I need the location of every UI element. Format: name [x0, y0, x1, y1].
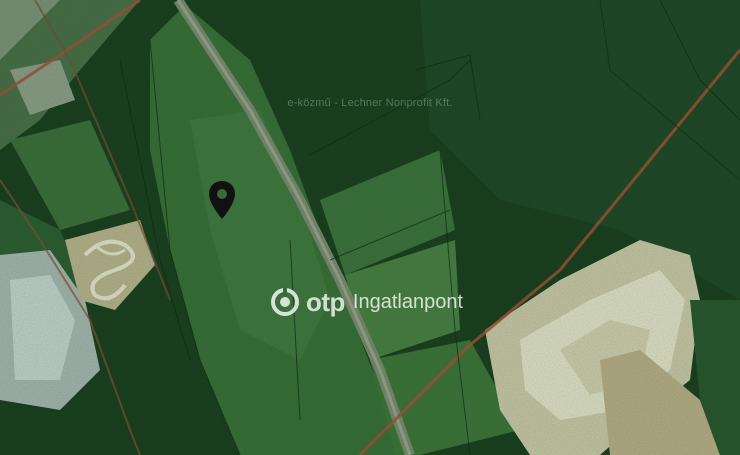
- watermark-brand: otp: [306, 286, 345, 317]
- location-pin-icon[interactable]: [207, 180, 237, 220]
- watermark-product: Ingatlanpont: [352, 290, 464, 313]
- texture-overlay: [0, 0, 740, 455]
- otp-watermark: otp Ingatlanpont: [270, 285, 463, 319]
- otp-logo-icon: [271, 287, 299, 316]
- map-attribution: e-közmű - Lechner Nonprofit Kft.: [287, 97, 453, 109]
- satellite-imagery: [0, 0, 740, 455]
- map-view[interactable]: e-közmű - Lechner Nonprofit Kft. otp Ing…: [0, 0, 740, 455]
